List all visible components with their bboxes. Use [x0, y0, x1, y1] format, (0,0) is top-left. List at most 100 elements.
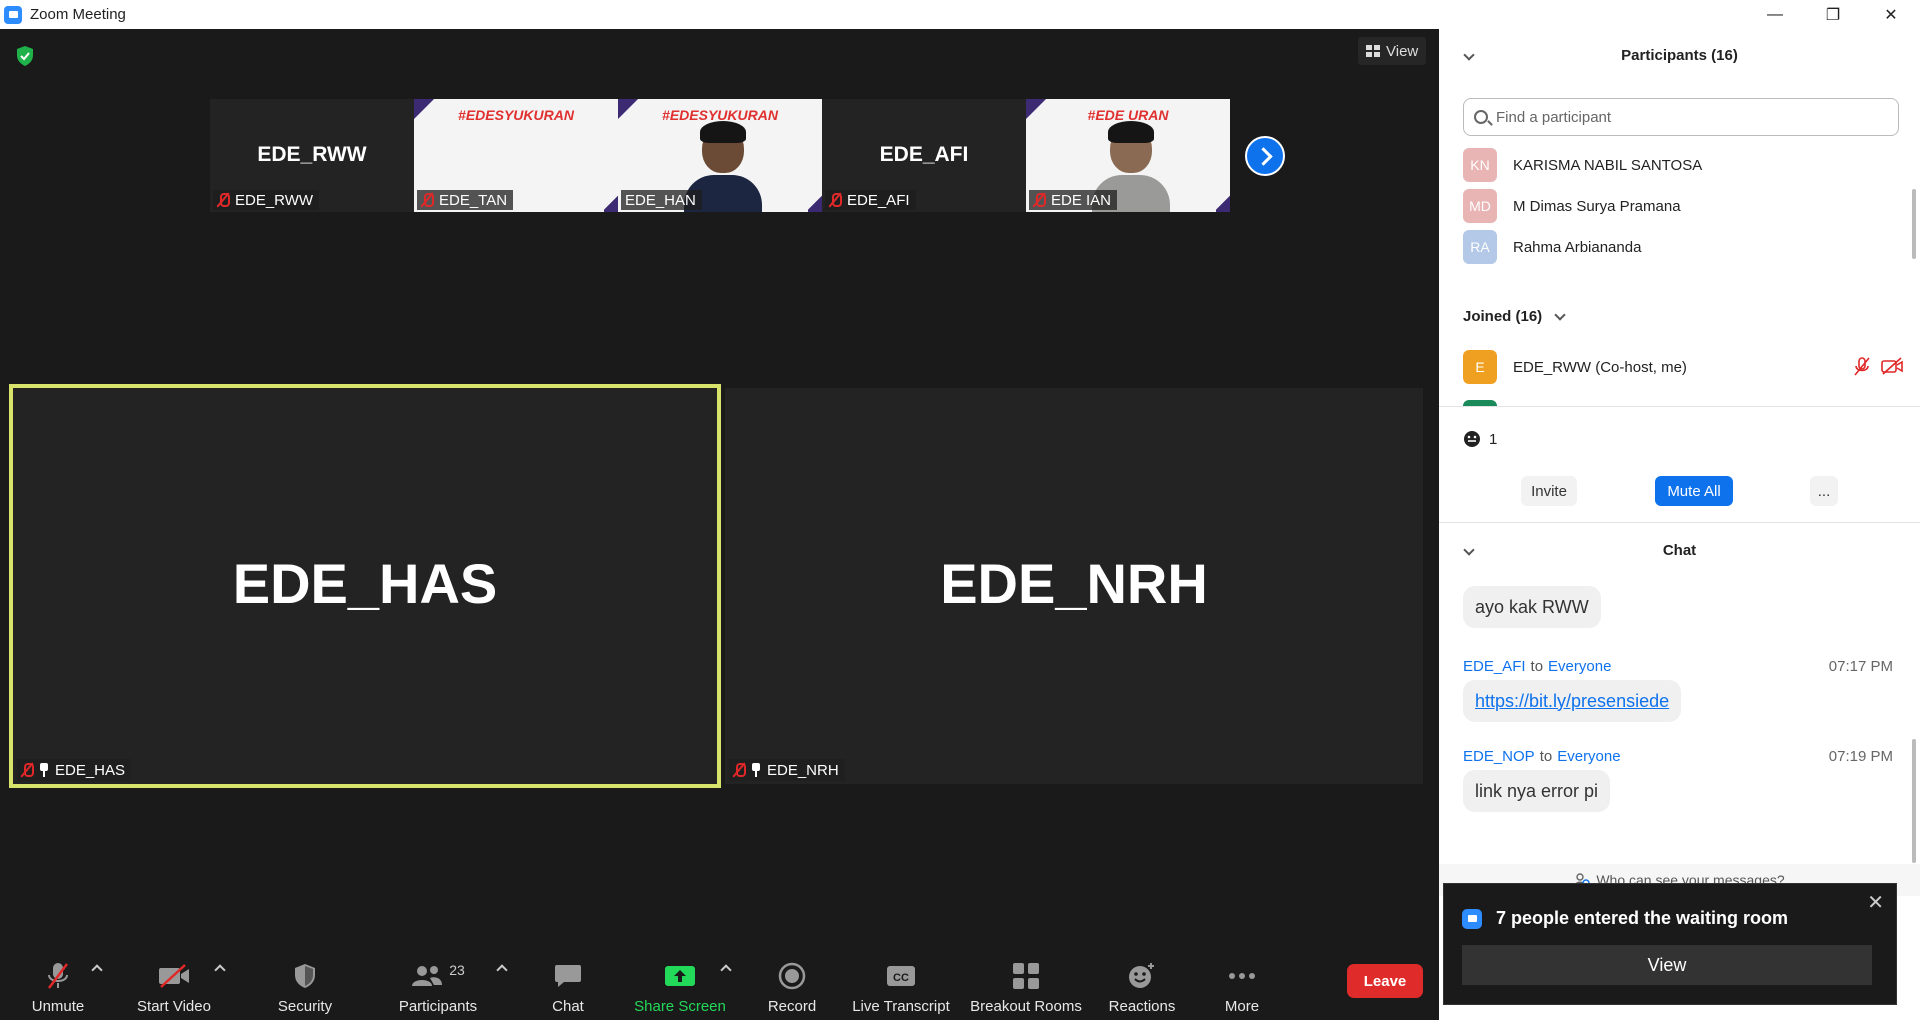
participant-search[interactable]: [1463, 98, 1899, 136]
security-shield-icon: [295, 964, 315, 988]
start-video-label: Start Video: [137, 998, 211, 1015]
participants-button[interactable]: 23 Participants: [393, 958, 483, 1015]
record-button[interactable]: Record: [762, 958, 822, 1015]
participant-label: EDE_HAN: [625, 191, 696, 209]
avatar: KN: [1463, 148, 1497, 182]
participant-name: EDE_RWW (Co-host, me): [1513, 358, 1687, 376]
breakout-rooms-label: Breakout Rooms: [970, 998, 1082, 1015]
breakout-rooms-grid-icon: [1013, 963, 1039, 989]
joined-chevron-icon: [1554, 308, 1566, 321]
video-tile[interactable]: EDE_NRH EDE_NRH: [725, 388, 1423, 784]
video-thumbnail[interactable]: #EDE URAN EDE IAN: [1026, 99, 1230, 212]
chat-message: https://bit.ly/presensiede: [1463, 680, 1682, 722]
message-to: to: [1539, 748, 1553, 765]
participants-icon: [412, 966, 443, 986]
joined-section-header[interactable]: Joined (16): [1463, 308, 1566, 325]
pin-icon: [39, 763, 49, 777]
waiting-room-notification: ✕ 7 people entered the waiting room View: [1443, 883, 1897, 1005]
mute-all-button[interactable]: Mute All: [1655, 476, 1733, 506]
joined-label: Joined (16): [1463, 308, 1543, 325]
leave-button[interactable]: Leave: [1347, 964, 1423, 998]
participant-tag: EDE_TAN: [417, 190, 514, 210]
chat-message: ayo kak RWW: [1463, 586, 1601, 628]
participant-name-large: EDE_RWW: [257, 143, 367, 166]
chat-link[interactable]: https://bit.ly/presensiede: [1475, 691, 1669, 712]
notification-text: 7 people entered the waiting room: [1496, 908, 1789, 928]
share-screen-label: Share Screen: [634, 998, 726, 1015]
joined-participant-row[interactable]: E EDE_RWW (Co-host, me): [1463, 350, 1903, 384]
participant-tag: EDE IAN: [1029, 190, 1118, 210]
video-thumbnail[interactable]: #EDESYUKURAN EDE_TAN: [414, 99, 618, 212]
close-icon[interactable]: ✕: [1867, 890, 1884, 915]
security-button[interactable]: Security: [270, 958, 340, 1015]
chat-message: link nya error pi: [1463, 770, 1611, 812]
nonverbal-feedback-icon: [1464, 431, 1480, 447]
pin-icon: [751, 763, 761, 777]
message-to: to: [1530, 658, 1544, 675]
search-icon: [1474, 110, 1488, 124]
encryption-shield-icon[interactable]: [15, 45, 35, 67]
participants-scrollbar[interactable]: [1912, 189, 1916, 259]
mic-muted-icon: [217, 193, 230, 207]
reactions-button[interactable]: Reactions: [1104, 958, 1180, 1015]
record-icon: [778, 962, 806, 990]
mic-muted-icon: [1033, 193, 1046, 207]
participant-tag: EDE_AFI: [825, 190, 916, 210]
participant-label: EDE_TAN: [439, 191, 508, 209]
breakout-rooms-button[interactable]: Breakout Rooms: [968, 958, 1084, 1015]
close-button[interactable]: ✕: [1862, 0, 1920, 29]
participant-name-large: EDE_HAS: [232, 552, 498, 615]
video-thumbnail[interactable]: #EDESYUKURAN EDE_HAN: [618, 99, 822, 212]
video-off-icon: [159, 964, 189, 988]
view-waiting-room-button[interactable]: View: [1462, 945, 1872, 985]
share-screen-button[interactable]: Share Screen: [632, 958, 728, 1015]
thumbnail-strip: EDE_RWW EDE_RWW #EDESYUKURAN EDE_TAN #ED…: [210, 99, 1230, 212]
grid-view-icon: [1366, 45, 1380, 57]
next-page-arrow-icon[interactable]: [1245, 136, 1285, 176]
participant-search-input[interactable]: [1496, 108, 1876, 126]
waiting-participant-row[interactable]: MD M Dimas Surya Pramana: [1463, 189, 1681, 223]
divider: [1439, 406, 1920, 407]
mic-muted-icon[interactable]: [1853, 357, 1871, 377]
participants-panel-title: Participants (16): [1621, 47, 1738, 64]
participant-label: EDE_NRH: [767, 761, 839, 779]
message-recipient: Everyone: [1548, 658, 1612, 675]
more-options-button[interactable]: ...: [1810, 476, 1838, 506]
share-screen-arrow-icon: [665, 966, 695, 986]
start-video-button[interactable]: Start Video: [130, 958, 218, 1015]
message-sender[interactable]: EDE_NOP: [1463, 748, 1535, 765]
mic-muted-icon: [733, 763, 746, 777]
chat-title: Chat: [1662, 542, 1697, 559]
window-title: Zoom Meeting: [30, 6, 126, 23]
restore-button[interactable]: ❐: [1804, 0, 1862, 29]
zoom-app-icon: [4, 5, 22, 24]
security-label: Security: [277, 998, 333, 1015]
chat-scrollbar[interactable]: [1912, 739, 1916, 863]
svg-text:CC: CC: [893, 972, 909, 984]
unmute-button[interactable]: Unmute: [28, 958, 88, 1015]
waiting-participant-row[interactable]: RA Rahma Arbiananda: [1463, 230, 1641, 264]
video-thumbnail[interactable]: EDE_AFI EDE_AFI: [822, 99, 1026, 212]
mic-muted-icon: [21, 763, 34, 777]
chat-button[interactable]: Chat: [538, 958, 598, 1015]
more-label: More: [1224, 998, 1260, 1015]
message-sender[interactable]: EDE_AFI: [1463, 658, 1526, 675]
banner-text: #EDESYUKURAN: [458, 107, 574, 123]
invite-button[interactable]: Invite: [1521, 476, 1577, 506]
minimize-button[interactable]: —: [1746, 0, 1804, 29]
mic-muted-icon: [421, 193, 434, 207]
live-transcript-button[interactable]: CC Live Transcript: [850, 958, 952, 1015]
view-button[interactable]: View: [1358, 37, 1427, 65]
waiting-participant-row[interactable]: KN KARISMA NABIL SANTOSA: [1463, 148, 1702, 182]
reactions-smiley-icon: [1129, 963, 1154, 988]
participants-options-caret-icon[interactable]: [496, 964, 508, 976]
video-tile-active-speaker[interactable]: EDE_HAS EDE_HAS: [9, 384, 721, 788]
participants-count: 23: [449, 962, 465, 978]
participant-label: EDE_RWW: [235, 191, 314, 209]
video-thumbnail[interactable]: EDE_RWW EDE_RWW: [210, 99, 414, 212]
live-transcript-label: Live Transcript: [852, 998, 950, 1015]
participant-name-large: EDE_AFI: [879, 143, 969, 166]
video-off-icon[interactable]: [1881, 357, 1903, 375]
more-button[interactable]: More: [1212, 958, 1272, 1015]
audio-options-caret-icon[interactable]: [91, 964, 103, 976]
